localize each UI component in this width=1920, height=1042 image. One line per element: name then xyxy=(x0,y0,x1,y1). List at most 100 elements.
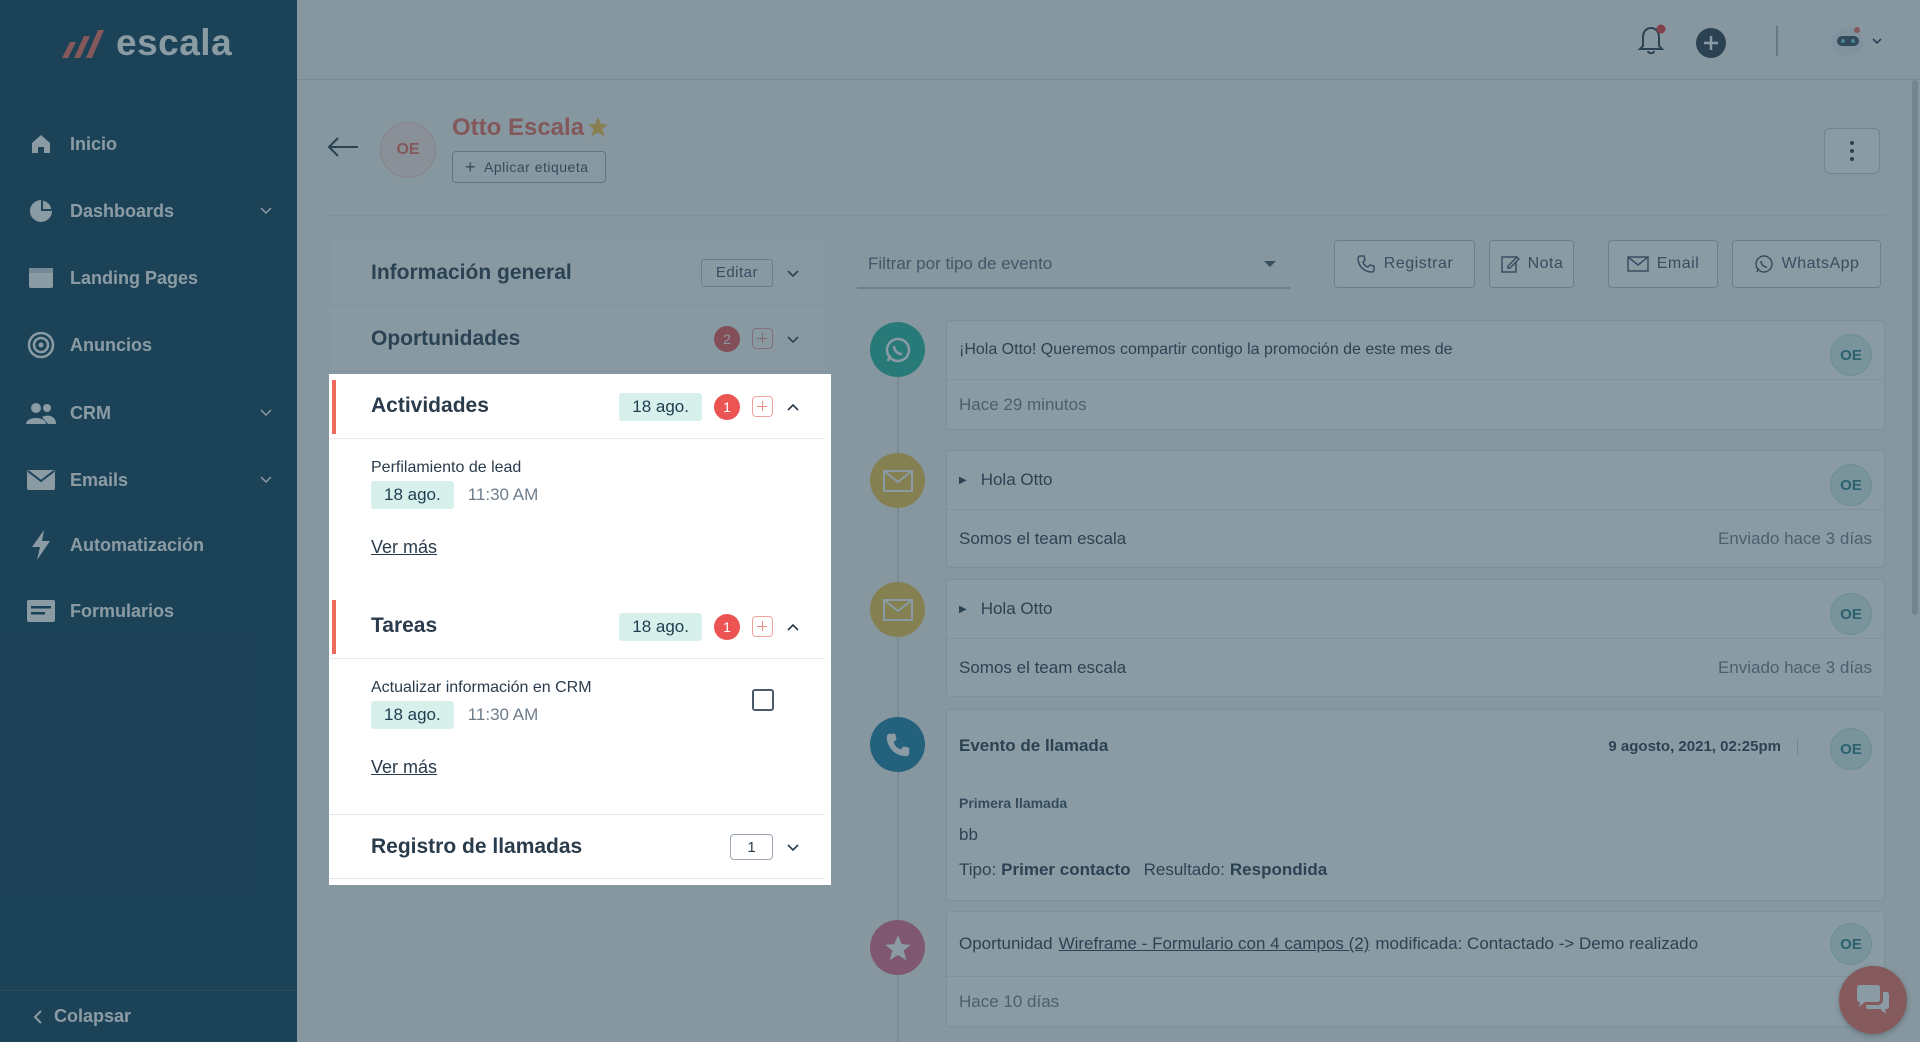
email-body: Somos el team escala xyxy=(959,528,1127,548)
activities-see-more-link[interactable]: Ver más xyxy=(371,537,437,558)
edit-button[interactable]: Editar xyxy=(700,258,773,287)
email-event-icon xyxy=(870,453,925,508)
call-type-label: Tipo: xyxy=(959,860,997,879)
top-bar xyxy=(297,0,1920,80)
form-icon xyxy=(26,596,56,626)
add-opportunity-button[interactable] xyxy=(752,328,773,349)
sidebar-item-automatizacion[interactable]: Automatización xyxy=(0,520,297,570)
email-event-card[interactable]: ▶ Hola Otto OE Somos el team escala Enviado… xyxy=(946,579,1885,697)
whatsapp-event-card[interactable]: ¡Hola Otto! Queremos compartir contigo l… xyxy=(946,320,1885,430)
author-avatar: OE xyxy=(1830,923,1872,965)
panel-general[interactable]: Información general Editar xyxy=(330,240,825,306)
sidebar-item-inicio[interactable]: Inicio xyxy=(0,119,297,169)
home-icon xyxy=(26,129,56,159)
bell-icon xyxy=(1637,24,1666,55)
whatsapp-button[interactable]: WhatsApp xyxy=(1732,240,1881,288)
target-icon xyxy=(26,330,56,360)
chevron-down-icon[interactable] xyxy=(785,265,801,281)
user-menu[interactable] xyxy=(1827,24,1885,65)
avatar-robot-icon xyxy=(1831,27,1882,56)
chat-button[interactable] xyxy=(1839,966,1907,1034)
page-scrollbar[interactable] xyxy=(1912,80,1918,615)
author-avatar: OE xyxy=(1830,593,1872,635)
whatsapp-icon xyxy=(885,337,910,362)
button-label: Registrar xyxy=(1383,255,1454,272)
more-options-button[interactable] xyxy=(1824,128,1880,174)
contact-panels: Información general Editar Oportunidades… xyxy=(330,240,825,372)
chevron-down-icon[interactable] xyxy=(785,839,801,855)
back-button[interactable] xyxy=(327,136,359,163)
favorite-star-button[interactable] xyxy=(587,116,609,143)
sidebar-item-label: Anuncios xyxy=(70,334,153,355)
activities-header[interactable]: Actividades 18 ago. 1 xyxy=(330,374,825,439)
sidebar-item-emails[interactable]: Emails xyxy=(0,455,297,505)
call-event-card[interactable]: Evento de llamada 9 agosto, 2021, 02:25p… xyxy=(946,709,1885,901)
tasks-body: Actualizar información en CRM 18 ago. 11… xyxy=(330,659,825,814)
collapse-sidebar-button[interactable]: Colapsar xyxy=(0,990,297,1042)
panel-activities: Actividades 18 ago. 1 Perfilamiento de l… xyxy=(330,374,825,594)
chevron-down-icon xyxy=(260,207,272,215)
sidebar-item-label: Automatización xyxy=(70,534,205,555)
date-badge: 18 ago. xyxy=(619,612,702,641)
header-divider xyxy=(330,215,1885,216)
opportunity-event-card[interactable]: Oportunidad Wireframe - Formulario con 4… xyxy=(946,911,1885,1027)
arrow-left-icon xyxy=(327,137,358,157)
panel-opportunities[interactable]: Oportunidades 2 xyxy=(330,306,825,372)
notifications-button[interactable] xyxy=(1637,22,1669,61)
phone-icon xyxy=(886,733,909,756)
note-button[interactable]: Nota xyxy=(1489,240,1574,288)
sidebar-item-anuncios[interactable]: Anuncios xyxy=(0,320,297,370)
add-activity-button[interactable] xyxy=(752,396,773,417)
chevron-down-icon[interactable] xyxy=(785,331,801,347)
email-button[interactable]: Email xyxy=(1608,240,1718,288)
plus-circle-icon xyxy=(1696,28,1726,58)
register-call-button[interactable]: Registrar xyxy=(1334,240,1475,288)
event-time: Hace 10 días xyxy=(959,991,1060,1011)
add-task-button[interactable] xyxy=(752,616,773,637)
sidebar-item-landing-pages[interactable]: Landing Pages xyxy=(0,253,297,303)
call-details: Tipo: Primer contacto Resultado: Respond… xyxy=(959,860,1327,880)
caret-down-icon xyxy=(1264,261,1276,267)
chevron-up-icon[interactable] xyxy=(785,619,801,635)
chevron-up-icon[interactable] xyxy=(785,399,801,415)
add-new-button[interactable] xyxy=(1695,27,1727,64)
tasks-header[interactable]: Tareas 18 ago. 1 xyxy=(330,594,825,659)
panel-title: Actividades xyxy=(371,394,489,417)
contact-header: OE Otto Escala + Aplicar etiqueta xyxy=(297,80,1920,216)
sidebar-item-label: Inicio xyxy=(70,133,118,154)
date-badge: 18 ago. xyxy=(619,392,702,421)
sidebar-item-dashboards[interactable]: Dashboards xyxy=(0,186,297,236)
envelope-icon xyxy=(882,598,913,621)
opportunity-link[interactable]: Wireframe - Formulario con 4 campos (2) xyxy=(1059,934,1370,954)
browser-window-icon xyxy=(26,263,56,293)
event-type-filter[interactable]: Filtrar por tipo de evento xyxy=(857,240,1290,289)
kebab-dot xyxy=(1850,157,1854,161)
activities-body: Perfilamiento de lead 18 ago. 11:30 AM V… xyxy=(330,439,825,594)
email-sent-time: Enviado hace 3 días xyxy=(1717,528,1872,548)
count-badge: 1 xyxy=(714,393,740,420)
apply-tag-label: Aplicar etiqueta xyxy=(484,159,589,175)
call-result-value: Respondida xyxy=(1229,860,1328,879)
email-subject: Hola Otto xyxy=(980,599,1053,618)
chat-bubbles-icon xyxy=(1857,985,1889,1014)
panel-call-log[interactable]: Registro de llamadas 1 xyxy=(330,815,825,879)
sidebar-item-label: CRM xyxy=(70,402,111,423)
highlighted-panel: Actividades 18 ago. 1 Perfilamiento de l… xyxy=(329,374,831,885)
task-complete-checkbox[interactable] xyxy=(752,689,774,711)
logo[interactable]: escala xyxy=(58,22,232,64)
sidebar-item-label: Emails xyxy=(70,469,129,490)
envelope-icon xyxy=(26,465,56,495)
activity-title[interactable]: Perfilamiento de lead xyxy=(371,459,521,477)
apply-tag-button[interactable]: + Aplicar etiqueta xyxy=(452,151,606,183)
envelope-icon xyxy=(882,469,913,492)
tasks-see-more-link[interactable]: Ver más xyxy=(371,757,437,778)
logo-text: escala xyxy=(116,22,233,63)
sidebar-item-formularios[interactable]: Formularios xyxy=(0,586,297,636)
email-event-card[interactable]: ▶ Hola Otto OE Somos el team escala Enviado… xyxy=(946,450,1885,568)
caret-right-icon[interactable]: ▶ xyxy=(959,475,967,486)
people-icon xyxy=(26,398,56,428)
sidebar-item-crm[interactable]: CRM xyxy=(0,388,297,438)
email-body: Somos el team escala xyxy=(959,657,1127,677)
caret-right-icon[interactable]: ▶ xyxy=(959,604,967,615)
task-title[interactable]: Actualizar información en CRM xyxy=(371,679,592,697)
